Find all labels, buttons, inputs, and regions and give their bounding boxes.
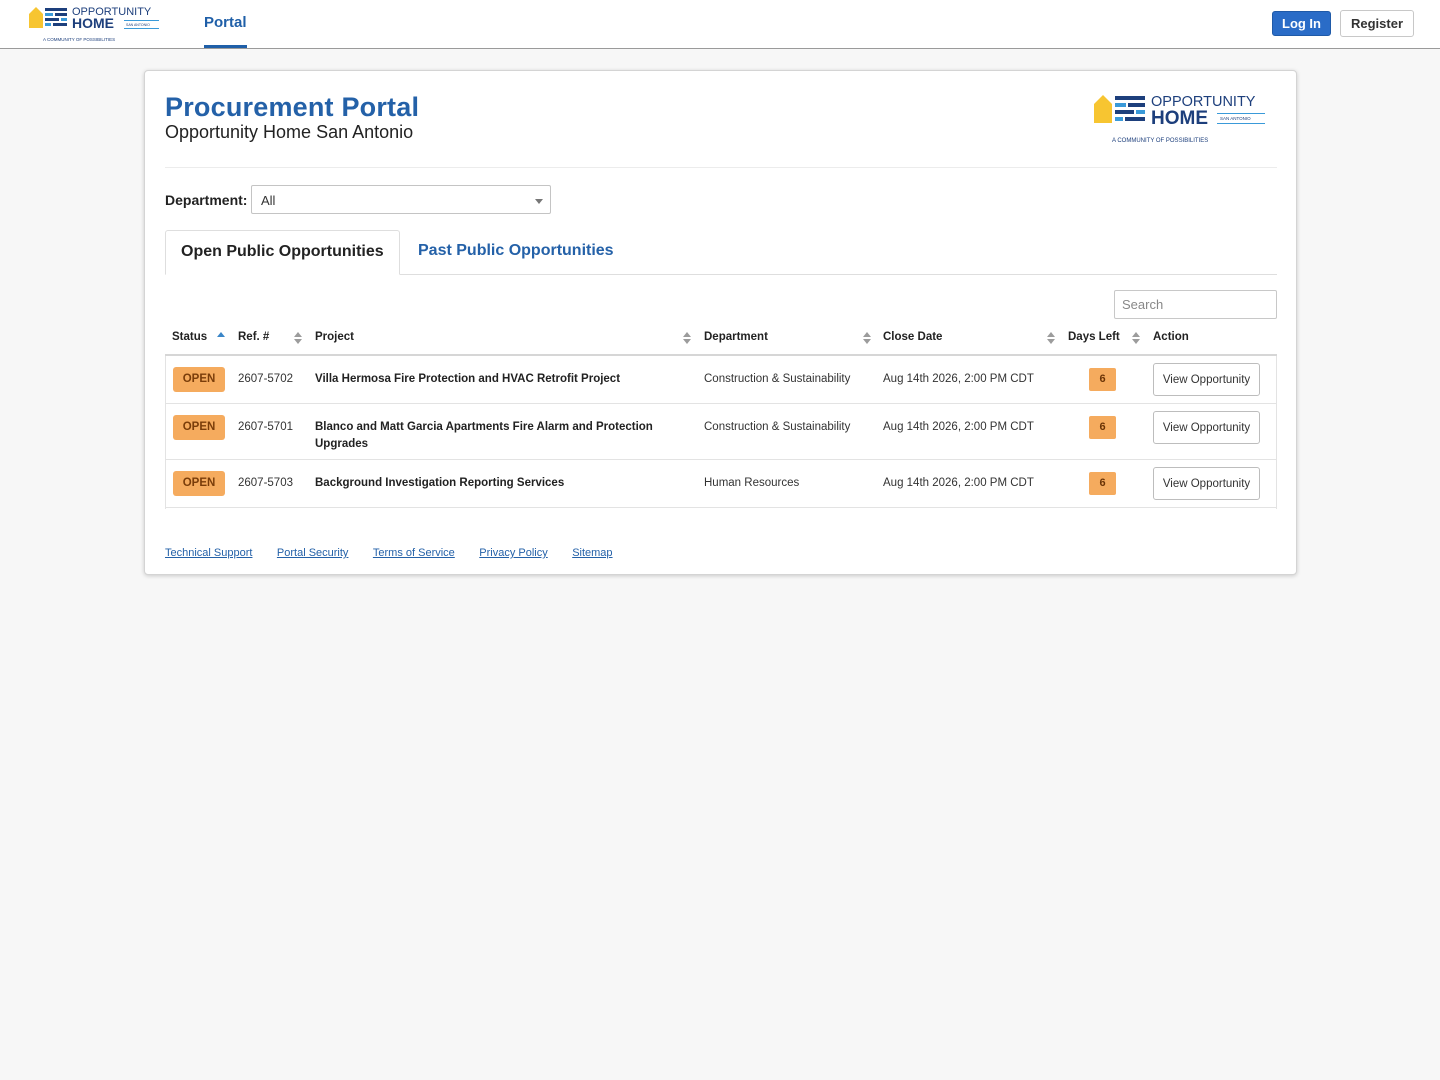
top-navbar: OPPORTUNITY HOME SAN ANTONIO A COMMUNITY… xyxy=(0,0,1440,49)
chevron-down-icon xyxy=(535,199,543,204)
column-header-action: Action xyxy=(1153,331,1189,343)
days-left-badge: 6 xyxy=(1089,416,1116,439)
sort-icon[interactable] xyxy=(863,332,871,346)
ref-number: 2607-5703 xyxy=(238,477,293,489)
column-header-department[interactable]: Department xyxy=(704,331,768,343)
status-badge: OPEN xyxy=(173,415,225,440)
department-label: Department: xyxy=(165,192,248,208)
column-header-ref[interactable]: Ref. # xyxy=(238,331,269,343)
view-opportunity-button[interactable]: View Opportunity xyxy=(1153,363,1260,396)
footer-link-terms-of-service[interactable]: Terms of Service xyxy=(373,547,455,559)
department-select[interactable]: All xyxy=(251,185,551,214)
sort-ascending-icon[interactable] xyxy=(217,332,225,346)
department-select-value: All xyxy=(261,193,276,208)
table-row: OPEN 2607-5703 Background Investigation … xyxy=(165,460,1277,508)
department-name: Construction & Sustainability xyxy=(704,373,851,385)
project-name: Blanco and Matt Garcia Apartments Fire A… xyxy=(315,421,653,450)
close-date: Aug 14th 2026, 2:00 PM CDT xyxy=(883,477,1034,489)
opportunity-home-logo-large: OPPORTUNITY HOME SAN ANTONIO A COMMUNITY… xyxy=(1094,94,1265,144)
page-title: Procurement Portal xyxy=(165,92,420,122)
svg-text:HOME: HOME xyxy=(72,15,114,31)
sort-icon[interactable] xyxy=(1047,332,1055,346)
table-row: OPEN 2607-5702 Villa Hermosa Fire Protec… xyxy=(165,356,1277,404)
footer-link-technical-support[interactable]: Technical Support xyxy=(165,547,252,559)
view-opportunity-button[interactable]: View Opportunity xyxy=(1153,467,1260,500)
header-divider xyxy=(165,167,1277,168)
sort-icon[interactable] xyxy=(1132,332,1140,346)
opportunity-home-logo[interactable]: OPPORTUNITY HOME SAN ANTONIO A COMMUNITY… xyxy=(28,4,168,46)
days-left-badge: 6 xyxy=(1089,472,1116,495)
nav-tab-portal[interactable]: Portal xyxy=(204,14,247,48)
close-date: Aug 14th 2026, 2:00 PM CDT xyxy=(883,373,1034,385)
tab-past-label: Past Public Opportunities xyxy=(418,242,614,259)
svg-text:A COMMUNITY OF POSSIBILITIES: A COMMUNITY OF POSSIBILITIES xyxy=(43,37,115,42)
ref-number: 2607-5701 xyxy=(238,421,293,433)
page-subtitle: Opportunity Home San Antonio xyxy=(165,122,414,142)
sort-icon[interactable] xyxy=(683,332,691,346)
svg-text:SAN ANTONIO: SAN ANTONIO xyxy=(1220,116,1251,121)
tab-past-opportunities[interactable]: Past Public Opportunities xyxy=(418,242,614,260)
project-name: Background Investigation Reporting Servi… xyxy=(315,477,565,489)
svg-text:SAN ANTONIO: SAN ANTONIO xyxy=(126,23,150,27)
days-left-badge: 6 xyxy=(1089,368,1116,391)
close-date: Aug 14th 2026, 2:00 PM CDT xyxy=(883,421,1034,433)
tab-open-opportunities[interactable]: Open Public Opportunities xyxy=(165,230,400,275)
main-card: Procurement Portal Opportunity Home San … xyxy=(144,70,1297,575)
footer-link-privacy-policy[interactable]: Privacy Policy xyxy=(479,547,547,559)
footer-link-sitemap[interactable]: Sitemap xyxy=(572,547,612,559)
department-name: Construction & Sustainability xyxy=(704,421,851,433)
sort-icon[interactable] xyxy=(294,332,302,346)
footer-link-portal-security[interactable]: Portal Security xyxy=(277,547,349,559)
tab-open-label: Open Public Opportunities xyxy=(181,243,384,260)
status-badge: OPEN xyxy=(173,471,225,496)
nav-tab-portal-label: Portal xyxy=(204,14,247,31)
column-header-project[interactable]: Project xyxy=(315,331,354,343)
department-name: Human Resources xyxy=(704,477,800,489)
view-opportunity-button[interactable]: View Opportunity xyxy=(1153,411,1260,444)
register-button[interactable]: Register xyxy=(1340,10,1414,37)
column-header-status[interactable]: Status xyxy=(172,331,207,343)
svg-text:A COMMUNITY OF POSSIBILITIES: A COMMUNITY OF POSSIBILITIES xyxy=(1112,138,1208,144)
table-row: OPEN 2607-5701 Blanco and Matt Garcia Ap… xyxy=(165,404,1277,460)
ref-number: 2607-5702 xyxy=(238,373,293,385)
status-badge: OPEN xyxy=(173,367,225,392)
search-input[interactable] xyxy=(1114,290,1277,319)
login-button[interactable]: Log In xyxy=(1272,11,1331,36)
project-name: Villa Hermosa Fire Protection and HVAC R… xyxy=(315,373,621,385)
svg-text:HOME: HOME xyxy=(1151,108,1208,129)
column-header-days-left[interactable]: Days Left xyxy=(1068,331,1120,343)
column-header-close-date[interactable]: Close Date xyxy=(883,331,942,343)
footer-links: Technical Support Portal Security Terms … xyxy=(165,543,633,561)
